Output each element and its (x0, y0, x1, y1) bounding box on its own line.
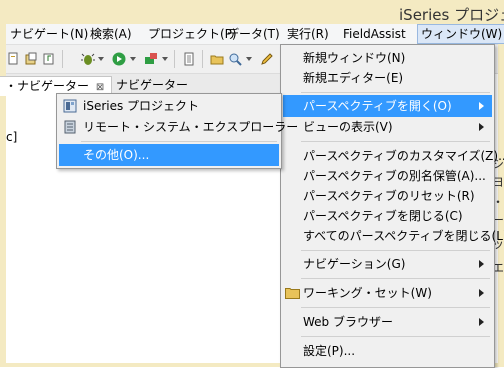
menu-fieldassist[interactable]: FieldAssist (343, 26, 406, 42)
menu-item-preferences[interactable]: 設定(P)... (283, 340, 492, 362)
menu-bar: ナビゲート(N) 検索(A) プロジェクト(P) データ(T) 実行(R) Fi… (6, 24, 504, 45)
new-project-icon[interactable] (24, 52, 38, 66)
menu-item-show-view[interactable]: ビューの表示(V) (283, 116, 492, 138)
tree-item: c] (6, 130, 18, 144)
submenu-arrow-icon (479, 102, 484, 110)
menu-separator (301, 278, 490, 279)
search-icon[interactable] (228, 52, 242, 66)
menu-item-save-perspective-as[interactable]: パースペクティブの別名保管(A)... (283, 165, 492, 187)
submenu-arrow-icon (479, 289, 484, 297)
toolbar-separator (202, 50, 203, 68)
menu-item-web-browser[interactable]: Web ブラウザー (283, 311, 492, 333)
menu-item-new-window[interactable]: 新規ウィンドウ(N) (283, 47, 492, 69)
open-folder-icon[interactable] (210, 52, 224, 66)
menu-separator (301, 336, 490, 337)
menu-navigate[interactable]: ナビゲート(N) (10, 26, 88, 42)
new-file-icon[interactable] (6, 52, 20, 66)
menu-separator (301, 307, 490, 308)
export-icon[interactable] (42, 52, 56, 66)
window-title: iSeries プロジェ (399, 6, 504, 24)
open-type-icon[interactable] (182, 52, 196, 66)
remote-system-explorer-icon (64, 120, 76, 134)
toolbar-separator (62, 50, 63, 68)
submenu-arrow-icon (479, 123, 484, 131)
tab-label: ・ナビゲーター (5, 79, 90, 93)
menu-separator (301, 141, 490, 142)
menu-data[interactable]: データ(T) (227, 26, 280, 42)
window-menu-dropdown: 新規ウィンドウ(N) 新規エディター(E) パースペクティブを開く(O) ビュー… (280, 44, 504, 368)
menu-item-navigation[interactable]: ナビゲーション(G) (283, 253, 492, 275)
submenu-item-iseries-project[interactable]: iSeries プロジェクト (59, 95, 279, 117)
menu-item-reset-perspective[interactable]: パースペクティブのリセット(R) (283, 185, 492, 207)
iseries-project-icon (63, 99, 77, 113)
folder-icon (285, 288, 300, 299)
menu-separator (301, 250, 490, 251)
tab-label: ナビゲーター (116, 78, 189, 92)
debug-icon[interactable] (81, 52, 95, 66)
menu-item-customize-perspective[interactable]: パースペクティブのカスタマイズ(Z)... (283, 145, 504, 167)
menu-item-close-perspective[interactable]: パースペクティブを閉じる(C) (283, 205, 492, 227)
submenu-item-remote-system-explorer[interactable]: リモート・システム・エクスプローラー (59, 116, 298, 138)
menu-item-new-editor[interactable]: 新規エディター(E) (283, 67, 492, 89)
run-dropdown-arrow[interactable] (130, 57, 136, 61)
menu-item-close-all-perspectives[interactable]: すべてのパースペクティブを閉じる(L) (283, 225, 504, 247)
menu-run[interactable]: 実行(R) (287, 26, 329, 42)
menu-project[interactable]: プロジェクト(P) (148, 26, 237, 42)
open-perspective-submenu: iSeries プロジェクト リモート・システム・エクスプローラー その他(O)… (56, 93, 298, 169)
menu-separator (301, 92, 490, 93)
debug-dropdown-arrow[interactable] (98, 57, 104, 61)
external-tools-dropdown-arrow[interactable] (162, 57, 168, 61)
edit-icon[interactable] (260, 52, 274, 66)
toolbar-separator (174, 50, 175, 68)
search-dropdown-arrow[interactable] (246, 57, 252, 61)
menu-item-open-perspective[interactable]: パースペクティブを開く(O) (283, 95, 492, 117)
submenu-item-other[interactable]: その他(O)... (59, 144, 279, 166)
menu-separator (81, 141, 277, 142)
menu-window[interactable]: ウィンドウ(W) (417, 24, 504, 44)
submenu-arrow-icon (479, 318, 484, 326)
run-icon[interactable] (112, 52, 126, 66)
menu-search[interactable]: 検索(A) (90, 26, 132, 42)
menu-item-working-sets[interactable]: ワーキング・セット(W) (283, 282, 492, 304)
title-bar: iSeries プロジェ (0, 0, 504, 25)
submenu-arrow-icon (479, 260, 484, 268)
external-tools-icon[interactable] (144, 52, 158, 66)
